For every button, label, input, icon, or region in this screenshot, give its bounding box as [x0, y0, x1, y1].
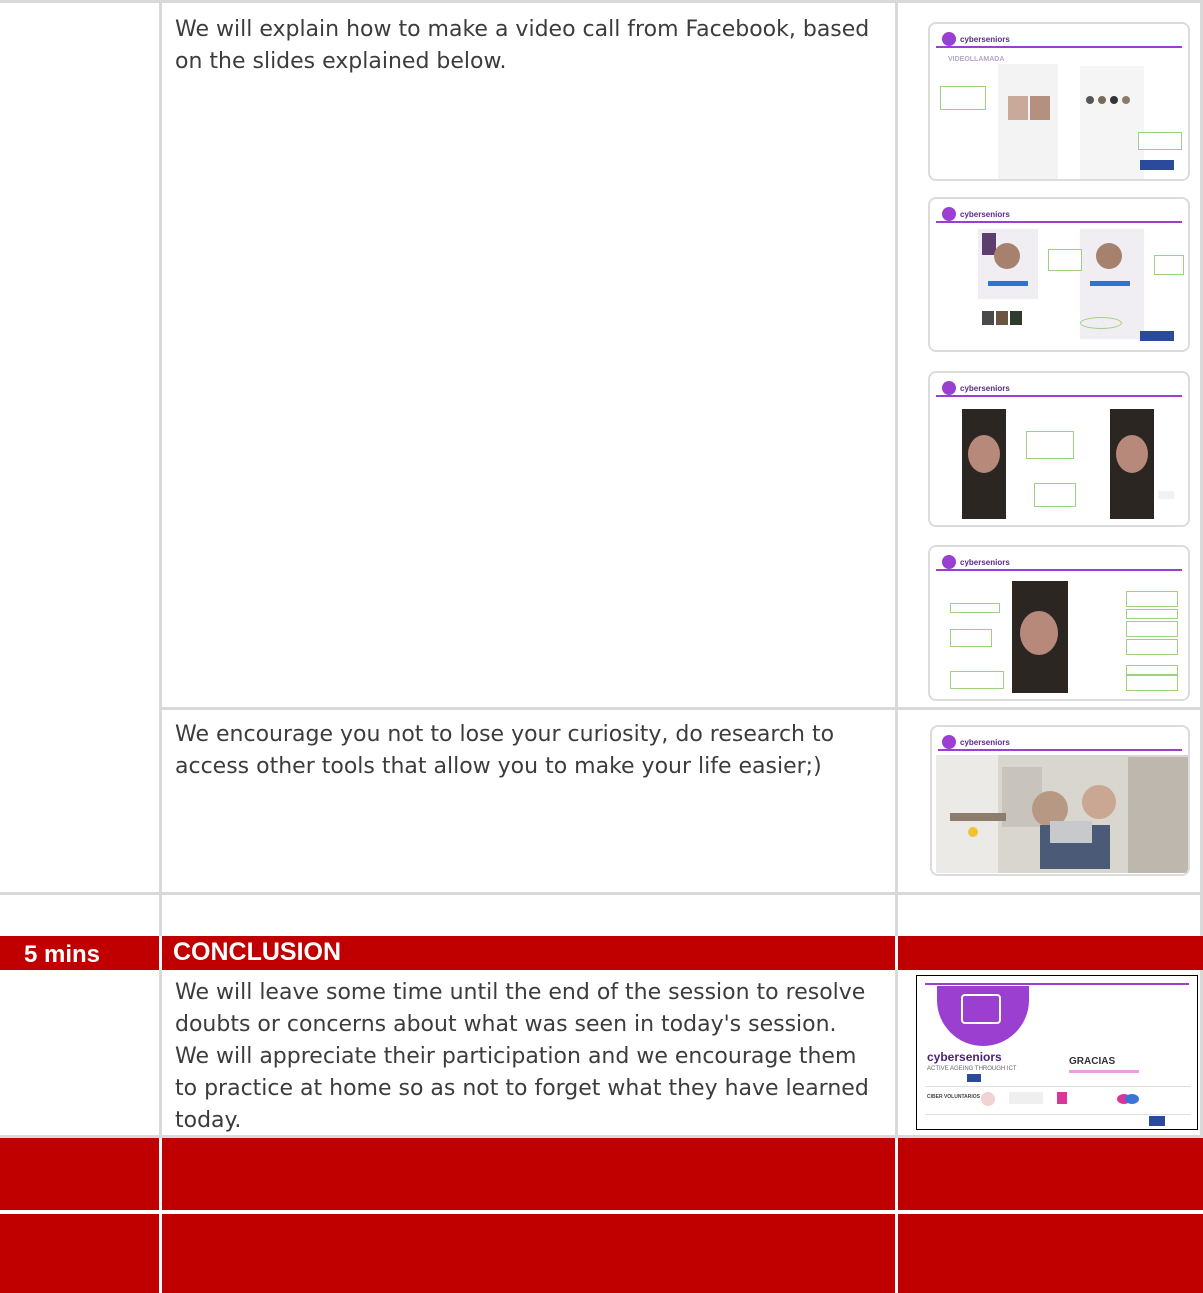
final-slide-thumbnail: cyberseniors ACTIVE AGEING THROUGH ICT G…	[916, 975, 1198, 1130]
row-divider	[159, 707, 1203, 710]
slide-thumbnail-3: cyberseniors	[928, 371, 1190, 527]
conclusion-description: We will leave some time until the end of…	[175, 980, 869, 1133]
time-label: 5 mins	[24, 941, 101, 968]
final-logo: cyberseniors	[927, 1050, 1002, 1064]
row-divider	[0, 892, 1203, 895]
slide-thumbnail-2: cyberseniors	[928, 197, 1190, 352]
column-divider-2	[895, 0, 898, 1293]
slide-thumbnail-5: cyberseniors	[930, 725, 1190, 876]
column-divider-1	[159, 0, 162, 1293]
row-divider	[0, 0, 1203, 3]
lesson-plan-table: 5 mins CONCLUSION We will explain how to…	[0, 0, 1203, 1293]
footer-row-1	[0, 1138, 1203, 1210]
section-title: CONCLUSION	[173, 938, 342, 966]
videocall-description: We will explain how to make a video call…	[175, 17, 870, 74]
footer-row-2	[0, 1214, 1203, 1293]
curiosity-description: We encourage you not to lose your curios…	[175, 722, 835, 779]
slide-thumbnail-4: cyberseniors	[928, 545, 1190, 701]
slide-thumbnail-1: cyberseniors VIDEOLLAMADA	[928, 22, 1190, 181]
final-thanks: GRACIAS	[1069, 1056, 1116, 1067]
